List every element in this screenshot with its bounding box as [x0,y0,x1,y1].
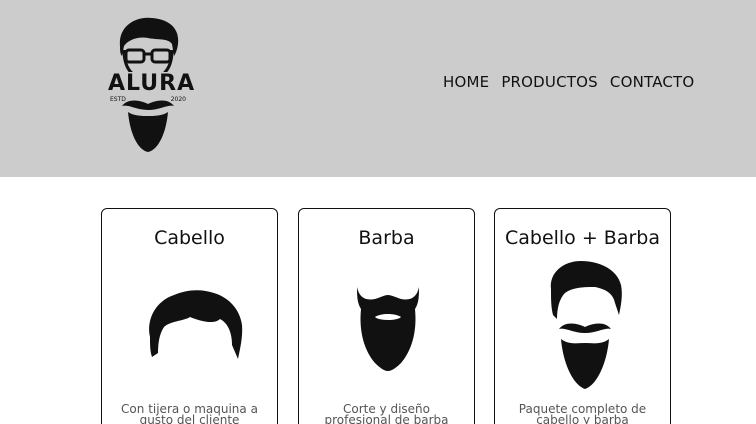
nav-contacto[interactable]: CONTACTO [610,72,695,92]
main-nav: HOME PRODUCTOS CONTACTO [443,72,694,92]
logo-year: 2020 [170,96,186,103]
hair-icon [149,290,243,359]
card-description: Corte y diseño profesional de barba [324,402,449,424]
nav-productos[interactable]: PRODUCTOS [501,72,598,92]
product-card-cabello[interactable]: Cabello Con tijera o maquina a gusto del… [101,208,278,424]
site-header: ALURA ESTD 2020 HOME PRODUCTOS CONTACTO [0,0,756,177]
card-title: Barba [358,227,415,249]
nav-home[interactable]: HOME [443,72,489,92]
card-description: Paquete completo de cabello y barba [518,402,647,424]
hair-beard-icon [550,261,622,389]
card-title: Cabello + Barba [504,227,661,249]
product-card-barba[interactable]: Barba Corte y diseño profesional de barb… [298,208,475,424]
alura-logo[interactable]: ALURA ESTD 2020 [108,16,196,156]
card-description: Con tijera o maquina a gusto del cliente [121,402,258,424]
product-card-cabello-barba[interactable]: Cabello + Barba Paquete completo de cabe… [494,208,671,424]
card-title: Cabello [154,227,225,249]
beard-icon [357,287,419,371]
logo-wordmark: ALURA [108,71,196,96]
logo-estd: ESTD [110,96,126,103]
